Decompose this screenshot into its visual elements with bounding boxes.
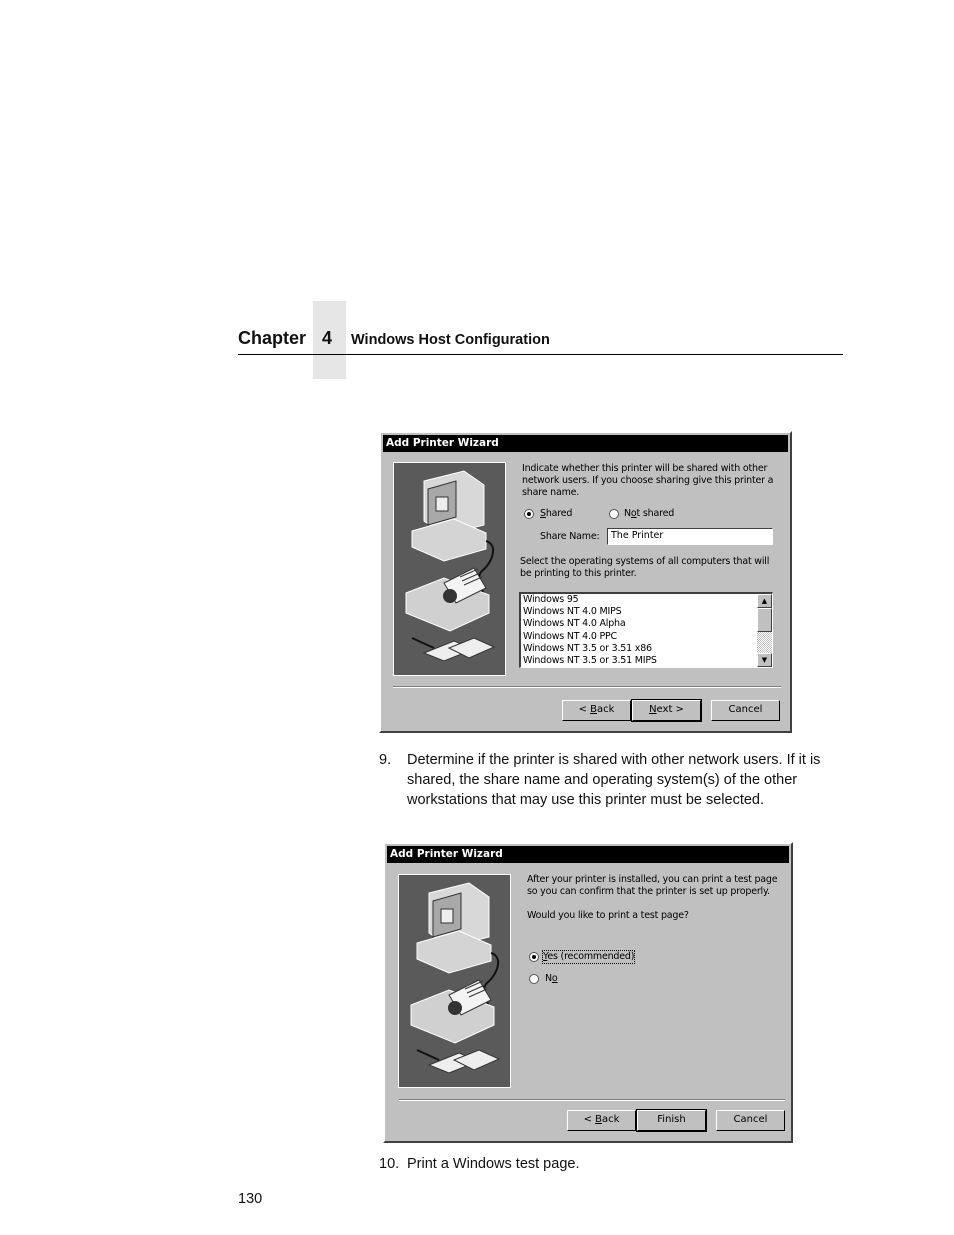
os-list-item[interactable]: Windows NT 4.0 MIPS: [521, 606, 772, 618]
wizard-illustration: [393, 462, 506, 676]
os-listbox[interactable]: Windows 95 Windows NT 4.0 MIPS Windows N…: [519, 592, 773, 668]
header-rule: [238, 354, 843, 355]
chapter-title: Windows Host Configuration: [351, 332, 550, 348]
os-list-item[interactable]: Windows NT 3.5 or 3.51 x86: [521, 643, 772, 655]
test-page-instructions: After your printer is installed, you can…: [527, 874, 778, 897]
back-button[interactable]: < Back: [567, 1110, 636, 1131]
scrollbar-thumb[interactable]: [757, 608, 772, 632]
radio-not-shared-label[interactable]: Not shared: [624, 508, 674, 520]
os-list-item[interactable]: Windows NT 4.0 Alpha: [521, 618, 772, 630]
dialog-title-bar: Add Printer Wizard: [383, 435, 788, 452]
finish-button[interactable]: Finish: [636, 1109, 707, 1132]
cancel-button[interactable]: Cancel: [711, 700, 780, 721]
radio-yes-label[interactable]: Yes (recommended): [541, 950, 636, 964]
radio-no-label[interactable]: No: [545, 973, 558, 985]
step-9-number: 9.: [379, 752, 392, 768]
os-list-item[interactable]: Windows 95: [521, 594, 772, 606]
share-name-label: Share Name:: [540, 531, 600, 542]
add-printer-wizard-test-page-dialog: Add Printer Wizard After your printer is…: [383, 842, 793, 1143]
os-list-scrollbar[interactable]: ▲ ▼: [757, 594, 772, 667]
computer-printer-icon: [410, 882, 501, 1074]
cancel-button[interactable]: Cancel: [716, 1110, 785, 1131]
back-button[interactable]: < Back: [562, 700, 631, 721]
radio-shared-label[interactable]: Shared: [540, 508, 572, 520]
page-number: 130: [238, 1191, 263, 1207]
os-list-item[interactable]: Windows NT 3.5 or 3.51 MIPS: [521, 655, 772, 667]
scroll-down-arrow-icon[interactable]: ▼: [757, 653, 772, 667]
next-button[interactable]: Next >: [631, 699, 702, 722]
radio-shared[interactable]: [524, 509, 534, 519]
share-name-input[interactable]: The Printer: [607, 528, 773, 545]
dialog-separator: [393, 686, 781, 688]
os-list: Windows 95 Windows NT 4.0 MIPS Windows N…: [521, 594, 772, 667]
test-page-question: Would you like to print a test page?: [527, 910, 689, 921]
radio-not-shared[interactable]: [609, 509, 619, 519]
step-10-text: Print a Windows test page.: [407, 1156, 580, 1172]
os-list-item[interactable]: Windows NT 4.0 PPC: [521, 631, 772, 643]
step-9-text: Determine if the printer is shared with …: [407, 752, 821, 808]
os-selection-prompt: Select the operating systems of all comp…: [520, 556, 770, 579]
chapter-label: Chapter: [238, 328, 307, 348]
dialog-separator: [399, 1099, 785, 1101]
step-10-number: 10.: [379, 1156, 400, 1172]
dialog-title-bar: Add Printer Wizard: [387, 846, 789, 863]
radio-no[interactable]: [529, 974, 539, 984]
wizard-illustration: [398, 874, 511, 1088]
radio-yes[interactable]: [529, 952, 539, 962]
computer-printer-icon: [405, 470, 496, 662]
scroll-up-arrow-icon[interactable]: ▲: [757, 594, 772, 608]
add-printer-wizard-sharing-dialog: Add Printer Wizard Indicate whether this…: [379, 431, 792, 733]
chapter-number: 4: [322, 328, 333, 348]
sharing-instructions: Indicate whether this printer will be sh…: [522, 463, 774, 498]
